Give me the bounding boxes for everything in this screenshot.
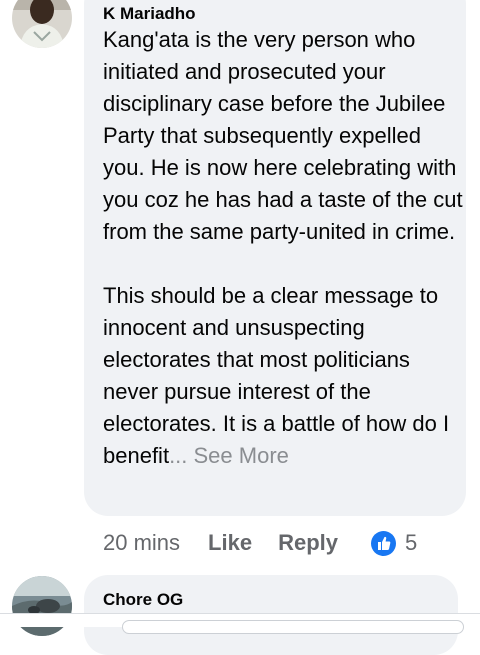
like-thumb-icon[interactable] (371, 531, 396, 556)
comment-actions: 20 mins Like Reply (103, 528, 364, 558)
comment-input[interactable] (122, 620, 464, 634)
like-button[interactable]: Like (208, 530, 252, 556)
avatar[interactable] (12, 576, 72, 636)
avatar[interactable] (12, 0, 72, 48)
reply-button[interactable]: Reply (278, 530, 338, 556)
user-photo-icon (12, 576, 72, 636)
comment-paragraph: This should be a clear message to innoce… (103, 280, 463, 472)
see-more-link[interactable]: ... See More (169, 443, 289, 468)
reaction-count[interactable]: 5 (405, 530, 417, 556)
user-photo-icon (12, 0, 72, 48)
comment-paragraph: Kang'ata is the very person who initiate… (103, 27, 463, 244)
comment-author[interactable]: K Mariadho (103, 4, 196, 24)
comment-paragraph-text: This should be a clear message to innoce… (103, 283, 450, 468)
comment-text: Kang'ata is the very person who initiate… (103, 24, 463, 472)
comment-author[interactable]: Chore OG (103, 590, 183, 610)
comment-timestamp[interactable]: 20 mins (103, 530, 180, 556)
